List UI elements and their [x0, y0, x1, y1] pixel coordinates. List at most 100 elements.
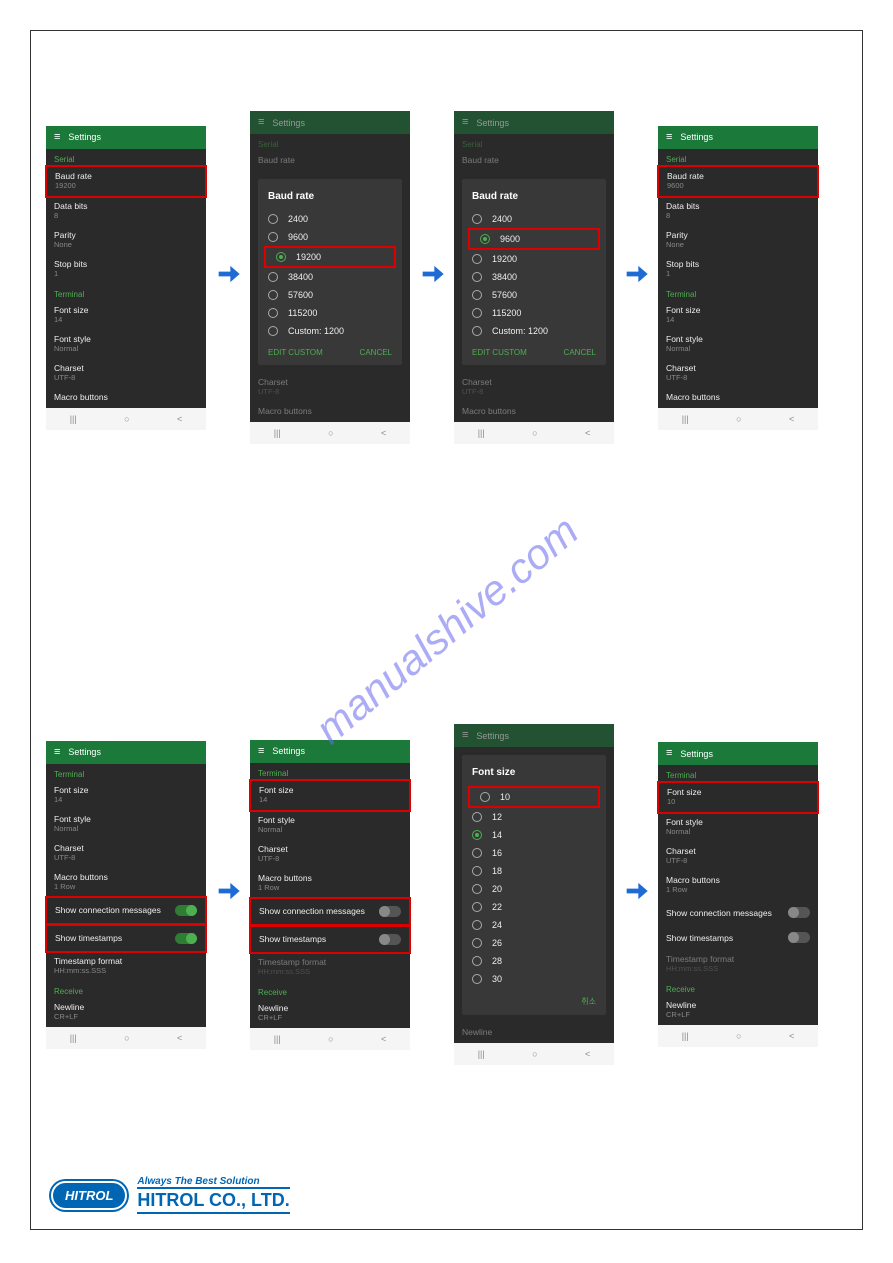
setting-parity[interactable]: ParityNone — [46, 226, 206, 255]
nav-back-icon[interactable]: < — [177, 414, 182, 424]
setting-macro-cutoff[interactable]: Macro buttons — [658, 388, 818, 408]
nav-home-icon[interactable]: ○ — [124, 1033, 129, 1043]
setting-macro-buttons[interactable]: Macro buttons1 Row — [658, 871, 818, 900]
setting-font-style[interactable]: Font styleNormal — [658, 813, 818, 842]
hamburger-icon[interactable]: ≡ — [462, 730, 468, 741]
radio-option-28[interactable]: 28 — [462, 952, 606, 970]
setting-baud-rate[interactable]: Baud rate19200 — [47, 167, 205, 196]
setting-font-size[interactable]: Font size14 — [658, 301, 818, 330]
radio-option-custom[interactable]: Custom: 1200 — [258, 322, 402, 340]
nav-recent-icon[interactable]: ||| — [70, 1033, 77, 1043]
nav-back-icon[interactable]: < — [177, 1033, 182, 1043]
nav-recent-icon[interactable]: ||| — [682, 414, 689, 424]
nav-back-icon[interactable]: < — [789, 1031, 794, 1041]
toggle-show-connection[interactable]: Show connection messages — [658, 900, 818, 925]
setting-font-size[interactable]: Font size14 — [251, 781, 409, 810]
radio-option-custom[interactable]: Custom: 1200 — [462, 322, 606, 340]
radio-option-2400[interactable]: 2400 — [462, 210, 606, 228]
radio-option-57600[interactable]: 57600 — [462, 286, 606, 304]
hamburger-icon[interactable]: ≡ — [666, 748, 672, 759]
radio-option-18[interactable]: 18 — [462, 862, 606, 880]
hamburger-icon[interactable]: ≡ — [54, 747, 60, 758]
nav-home-icon[interactable]: ○ — [124, 414, 129, 424]
cancel-button[interactable]: CANCEL — [360, 348, 392, 357]
setting-charset[interactable]: CharsetUTF-8 — [658, 842, 818, 871]
radio-option-115200[interactable]: 115200 — [258, 304, 402, 322]
hamburger-icon[interactable]: ≡ — [54, 132, 60, 143]
radio-option-16[interactable]: 16 — [462, 844, 606, 862]
nav-recent-icon[interactable]: ||| — [478, 428, 485, 438]
radio-option-14[interactable]: 14 — [462, 826, 606, 844]
setting-stop-bits[interactable]: Stop bits1 — [46, 255, 206, 284]
nav-recent-icon[interactable]: ||| — [682, 1031, 689, 1041]
nav-recent-icon[interactable]: ||| — [274, 428, 281, 438]
radio-option-57600[interactable]: 57600 — [258, 286, 402, 304]
setting-data-bits[interactable]: Data bits8 — [658, 197, 818, 226]
toggle-show-timestamps[interactable]: Show timestamps — [47, 926, 205, 951]
radio-option-115200[interactable]: 115200 — [462, 304, 606, 322]
setting-baud-rate[interactable]: Baud rate9600 — [659, 167, 817, 196]
nav-home-icon[interactable]: ○ — [532, 1049, 537, 1059]
radio-option-9600[interactable]: 9600 — [470, 230, 598, 248]
setting-charset[interactable]: CharsetUTF-8 — [250, 840, 410, 869]
radio-option-30[interactable]: 30 — [462, 970, 606, 988]
edit-custom-button[interactable]: EDIT CUSTOM — [268, 348, 323, 357]
nav-back-icon[interactable]: < — [585, 428, 590, 438]
toggle-show-timestamps[interactable]: Show timestamps — [251, 927, 409, 952]
radio-option-24[interactable]: 24 — [462, 916, 606, 934]
radio-option-22[interactable]: 22 — [462, 898, 606, 916]
nav-home-icon[interactable]: ○ — [328, 1034, 333, 1044]
cancel-button[interactable]: CANCEL — [564, 348, 596, 357]
nav-home-icon[interactable]: ○ — [736, 414, 741, 424]
hamburger-icon[interactable]: ≡ — [258, 117, 264, 128]
setting-charset[interactable]: CharsetUTF-8 — [46, 359, 206, 388]
nav-recent-icon[interactable]: ||| — [70, 414, 77, 424]
nav-back-icon[interactable]: < — [585, 1049, 590, 1059]
radio-option-38400[interactable]: 38400 — [258, 268, 402, 286]
setting-data-bits[interactable]: Data bits8 — [46, 197, 206, 226]
setting-newline[interactable]: NewlineCR+LF — [46, 998, 206, 1027]
radio-option-2400[interactable]: 2400 — [258, 210, 402, 228]
hamburger-icon[interactable]: ≡ — [666, 132, 672, 143]
nav-back-icon[interactable]: < — [789, 414, 794, 424]
nav-home-icon[interactable]: ○ — [532, 428, 537, 438]
toggle-show-connection[interactable]: Show connection messages — [47, 898, 205, 923]
nav-recent-icon[interactable]: ||| — [274, 1034, 281, 1044]
hamburger-icon[interactable]: ≡ — [258, 746, 264, 757]
radio-option-26[interactable]: 26 — [462, 934, 606, 952]
nav-home-icon[interactable]: ○ — [328, 428, 333, 438]
setting-font-style[interactable]: Font styleNormal — [46, 330, 206, 359]
cancel-button[interactable]: 취소 — [581, 996, 596, 1007]
nav-back-icon[interactable]: < — [381, 428, 386, 438]
setting-font-size[interactable]: Font size14 — [46, 781, 206, 810]
setting-charset[interactable]: CharsetUTF-8 — [46, 839, 206, 868]
toggle-show-connection[interactable]: Show connection messages — [251, 899, 409, 924]
radio-option-10[interactable]: 10 — [470, 788, 598, 806]
setting-timestamp-format[interactable]: Timestamp formatHH:mm:ss.SSS — [46, 952, 206, 981]
edit-custom-button[interactable]: EDIT CUSTOM — [472, 348, 527, 357]
setting-macro-buttons[interactable]: Macro buttons1 Row — [250, 869, 410, 898]
setting-font-style[interactable]: Font styleNormal — [250, 811, 410, 840]
setting-stop-bits[interactable]: Stop bits1 — [658, 255, 818, 284]
toggle-show-timestamps[interactable]: Show timestamps — [658, 925, 818, 950]
radio-option-19200[interactable]: 19200 — [462, 250, 606, 268]
setting-font-style[interactable]: Font styleNormal — [46, 810, 206, 839]
radio-option-12[interactable]: 12 — [462, 808, 606, 826]
setting-font-style[interactable]: Font styleNormal — [658, 330, 818, 359]
hamburger-icon[interactable]: ≡ — [462, 117, 468, 128]
nav-back-icon[interactable]: < — [381, 1034, 386, 1044]
setting-macro-buttons[interactable]: Macro buttons1 Row — [46, 868, 206, 897]
radio-option-38400[interactable]: 38400 — [462, 268, 606, 286]
setting-macro-cutoff[interactable]: Macro buttons — [46, 388, 206, 408]
nav-recent-icon[interactable]: ||| — [478, 1049, 485, 1059]
setting-font-size[interactable]: Font size10 — [659, 783, 817, 812]
setting-newline[interactable]: NewlineCR+LF — [658, 996, 818, 1025]
radio-option-20[interactable]: 20 — [462, 880, 606, 898]
setting-font-size[interactable]: Font size14 — [46, 301, 206, 330]
nav-home-icon[interactable]: ○ — [736, 1031, 741, 1041]
radio-option-9600[interactable]: 9600 — [258, 228, 402, 246]
setting-newline[interactable]: NewlineCR+LF — [250, 999, 410, 1028]
radio-option-19200[interactable]: 19200 — [266, 248, 394, 266]
setting-charset[interactable]: CharsetUTF-8 — [658, 359, 818, 388]
setting-parity[interactable]: ParityNone — [658, 226, 818, 255]
